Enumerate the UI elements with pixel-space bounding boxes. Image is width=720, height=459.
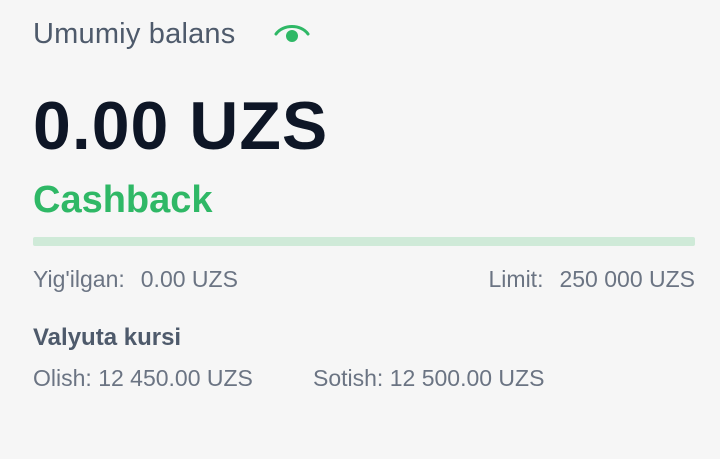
- sell-value: 12 500.00 UZS: [389, 365, 545, 391]
- limit-label: Limit:: [488, 266, 544, 292]
- balance-header: Umumiy balans: [33, 14, 311, 54]
- cashback-title: Cashback: [33, 179, 213, 221]
- toggle-balance-visibility-button[interactable]: [273, 19, 311, 49]
- eye-icon: [274, 25, 310, 42]
- sell-label: Sotish:: [313, 365, 384, 391]
- balance-amount: 0.00 UZS: [33, 88, 329, 164]
- buy-label: Olish:: [33, 365, 92, 391]
- buy-rate: Olish: 12 450.00 UZS: [33, 362, 253, 394]
- cashback-limit: Limit: 250 000 UZS: [489, 264, 695, 294]
- balance-label: Umumiy balans: [33, 17, 236, 50]
- sell-rate: Sotish: 12 500.00 UZS: [313, 362, 544, 394]
- collected-label: Yig'ilgan:: [33, 266, 125, 292]
- limit-value: 250 000 UZS: [559, 266, 695, 292]
- exchange-rates-title: Valyuta kursi: [33, 324, 182, 351]
- buy-value: 12 450.00 UZS: [98, 365, 253, 391]
- collected-value: 0.00 UZS: [140, 266, 238, 292]
- cashback-collected: Yig'ilgan: 0.00 UZS: [33, 264, 238, 294]
- cashback-progress-bar: [33, 237, 695, 246]
